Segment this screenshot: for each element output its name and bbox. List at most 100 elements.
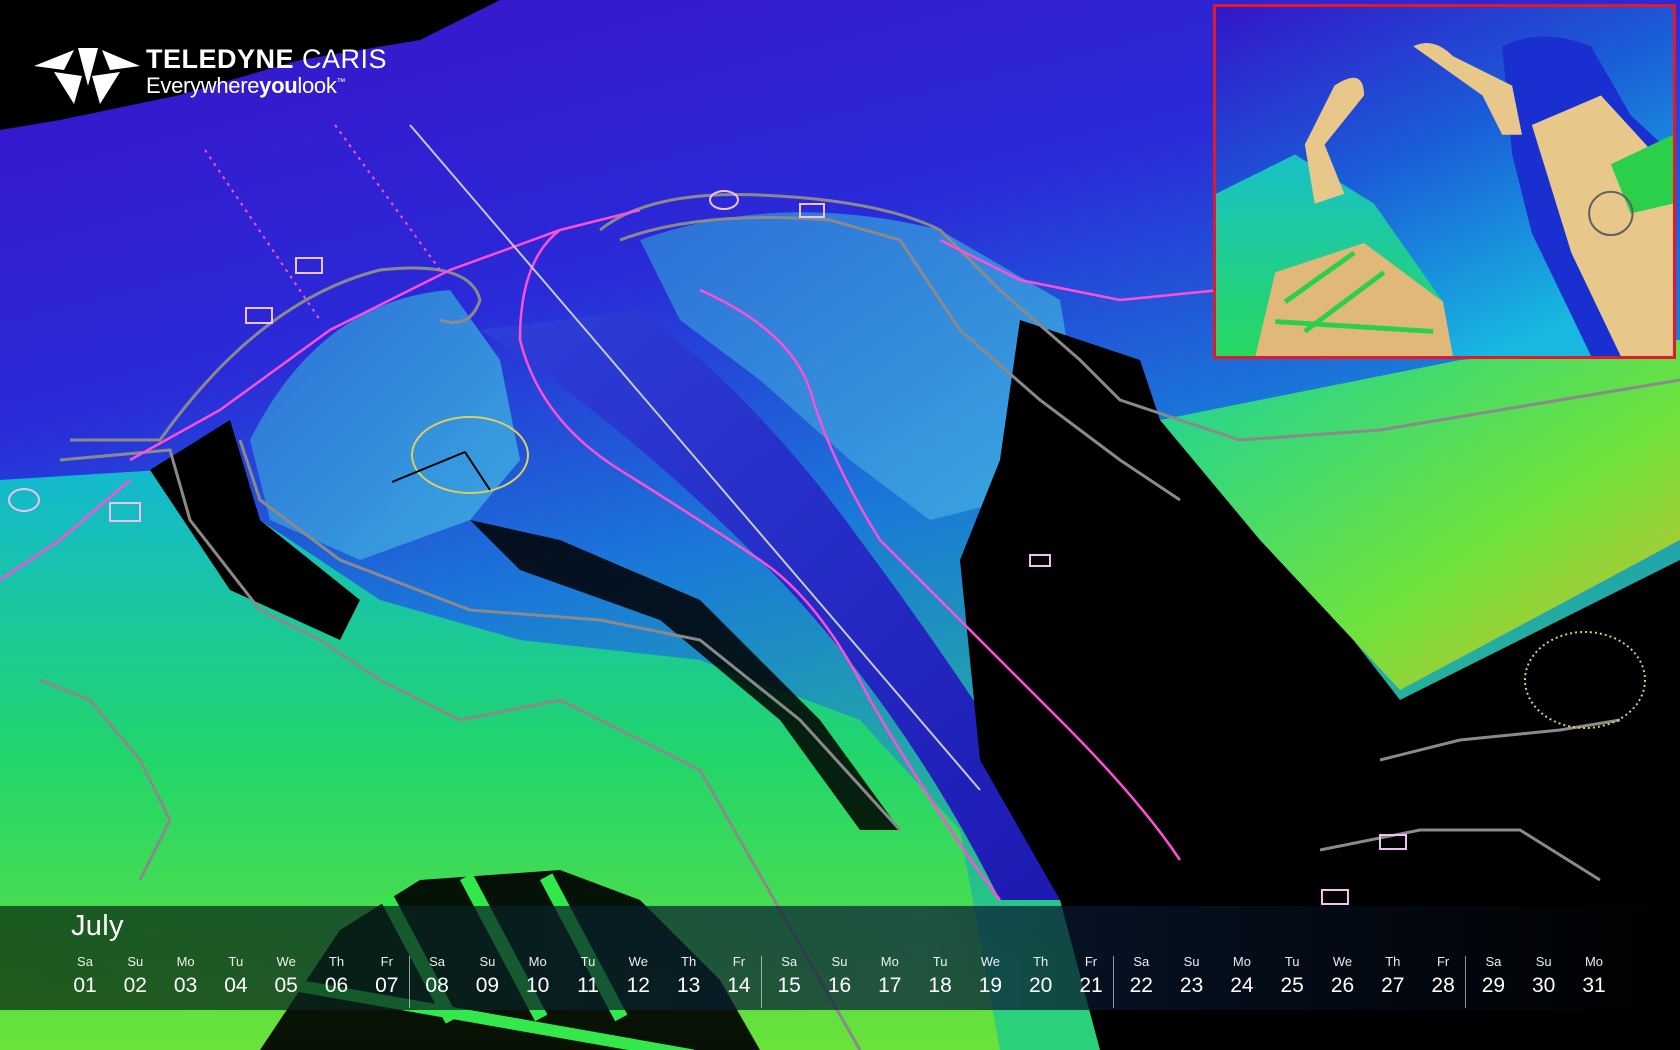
calendar-day: Su 02 — [110, 954, 160, 1000]
calendar-day: Mo 03 — [161, 954, 211, 1000]
brand-name: TELEDYNE CARIS — [146, 44, 388, 74]
day-number: 28 — [1431, 974, 1455, 997]
calendar-day: Th 27 — [1368, 954, 1418, 1000]
calendar-day: Tu 25 — [1267, 954, 1317, 1000]
day-of-week: Sa — [429, 954, 446, 969]
day-number: 17 — [878, 974, 902, 997]
day-of-week: Mo — [880, 954, 899, 969]
day-of-week: Su — [831, 954, 848, 969]
calendar-day: Su 09 — [462, 954, 512, 1000]
calendar-day: Tu 04 — [211, 954, 261, 1000]
day-of-week: Su — [479, 954, 496, 969]
day-of-week: Mo — [1584, 954, 1604, 969]
wallpaper-stage: TELEDYNE CARIS Everywhereyoulook™ July S… — [0, 0, 1680, 1050]
day-number: 31 — [1582, 974, 1606, 997]
day-of-week: Th — [1033, 954, 1049, 969]
brand-tagline: Everywhereyoulook™ — [146, 73, 346, 98]
calendar-day: Mo 31 — [1569, 954, 1619, 1000]
calendar-day: We 05 — [261, 954, 311, 1000]
calendar-day: We 26 — [1318, 954, 1368, 1000]
calendar-day: Fr 21 — [1066, 954, 1116, 1000]
calendar-day: Su 23 — [1167, 954, 1217, 1000]
day-of-week: Fr — [380, 954, 393, 969]
day-of-week: We — [1332, 954, 1353, 969]
calendar-day: Mo 10 — [513, 954, 563, 1000]
day-number: 26 — [1330, 974, 1355, 997]
teledyne-logo-icon — [34, 48, 140, 104]
day-number: 14 — [727, 974, 751, 997]
day-of-week: Su — [1183, 954, 1200, 969]
calendar-day: Mo 17 — [865, 954, 915, 1000]
day-number: 11 — [577, 974, 599, 997]
day-number: 22 — [1129, 974, 1153, 997]
calendar-day: Su 30 — [1519, 954, 1569, 1000]
day-of-week: Su — [127, 954, 144, 969]
day-number: 01 — [73, 974, 97, 997]
calendar-day: Th 20 — [1016, 954, 1066, 1000]
day-of-week: Tu — [932, 954, 948, 969]
day-number: 03 — [173, 974, 198, 997]
day-number: 07 — [375, 974, 399, 997]
week-separator — [1113, 956, 1115, 1008]
day-number: 06 — [324, 974, 349, 997]
day-number: 19 — [978, 974, 1003, 997]
day-of-week: Fr — [732, 954, 746, 969]
calendar-day: Th 06 — [312, 954, 362, 1000]
day-of-week: Tu — [228, 954, 244, 969]
calendar-month: July — [71, 910, 124, 942]
day-number: 29 — [1481, 974, 1506, 997]
day-number: 24 — [1230, 974, 1254, 997]
day-number: 25 — [1280, 974, 1304, 997]
day-number: 30 — [1532, 974, 1556, 997]
day-number: 02 — [123, 974, 147, 997]
day-number: 16 — [827, 974, 852, 997]
week-separator — [761, 956, 763, 1008]
calendar-day: Tu 18 — [915, 954, 965, 1000]
calendar-day: Sa 29 — [1468, 954, 1518, 1000]
calendar-day: Th 13 — [664, 954, 714, 1000]
day-number: 08 — [425, 974, 449, 997]
day-of-week: Th — [681, 954, 697, 969]
day-of-week: Sa — [781, 954, 798, 969]
day-of-week: Th — [328, 954, 345, 969]
day-of-week: Mo — [1232, 954, 1251, 969]
day-of-week: Tu — [1284, 954, 1300, 969]
calendar-day: Sa 08 — [412, 954, 462, 1000]
calendar-day: Sa 22 — [1116, 954, 1166, 1000]
day-of-week: Th — [1385, 954, 1401, 969]
logo-wordmark: TELEDYNE CARIS Everywhereyoulook™ — [146, 46, 387, 97]
day-of-week: Sa — [1133, 954, 1150, 969]
day-of-week: Fr — [1436, 954, 1450, 969]
day-of-week: Mo — [176, 954, 195, 969]
day-of-week: We — [628, 954, 648, 969]
teledyne-caris-logo: TELEDYNE CARIS Everywhereyoulook™ — [34, 46, 387, 104]
day-of-week: Fr — [1084, 954, 1098, 969]
calendar-day: We 12 — [613, 954, 663, 1000]
day-of-week: Sa — [1485, 954, 1502, 969]
day-of-week: We — [276, 954, 296, 969]
calendar-day: Mo 24 — [1217, 954, 1267, 1000]
day-of-week: We — [980, 954, 1001, 969]
day-of-week: Mo — [528, 954, 547, 969]
day-number: 21 — [1079, 974, 1103, 997]
day-number: 15 — [777, 974, 801, 997]
day-number: 27 — [1381, 974, 1405, 997]
day-number: 04 — [224, 974, 248, 997]
calendar-day: Su 16 — [815, 954, 865, 1000]
day-number: 10 — [526, 974, 550, 997]
week-separator — [1465, 956, 1467, 1008]
calendar-day: Fr 28 — [1418, 954, 1468, 1000]
inset-overview-map — [1213, 4, 1676, 359]
week-separator — [409, 956, 411, 1008]
calendar-day: Tu 11 — [563, 954, 613, 1000]
calendar-day: Fr 14 — [714, 954, 764, 1000]
day-of-week: Tu — [580, 954, 596, 969]
calendar-day: Sa 01 — [60, 954, 110, 1000]
calendar-day: Fr 07 — [362, 954, 412, 1000]
day-number: 23 — [1179, 974, 1204, 997]
calendar-day: Sa 15 — [764, 954, 814, 1000]
day-number: 20 — [1029, 974, 1053, 997]
day-of-week: Sa — [77, 954, 93, 969]
calendar-day: We 19 — [965, 954, 1015, 1000]
day-number: 13 — [676, 974, 701, 997]
